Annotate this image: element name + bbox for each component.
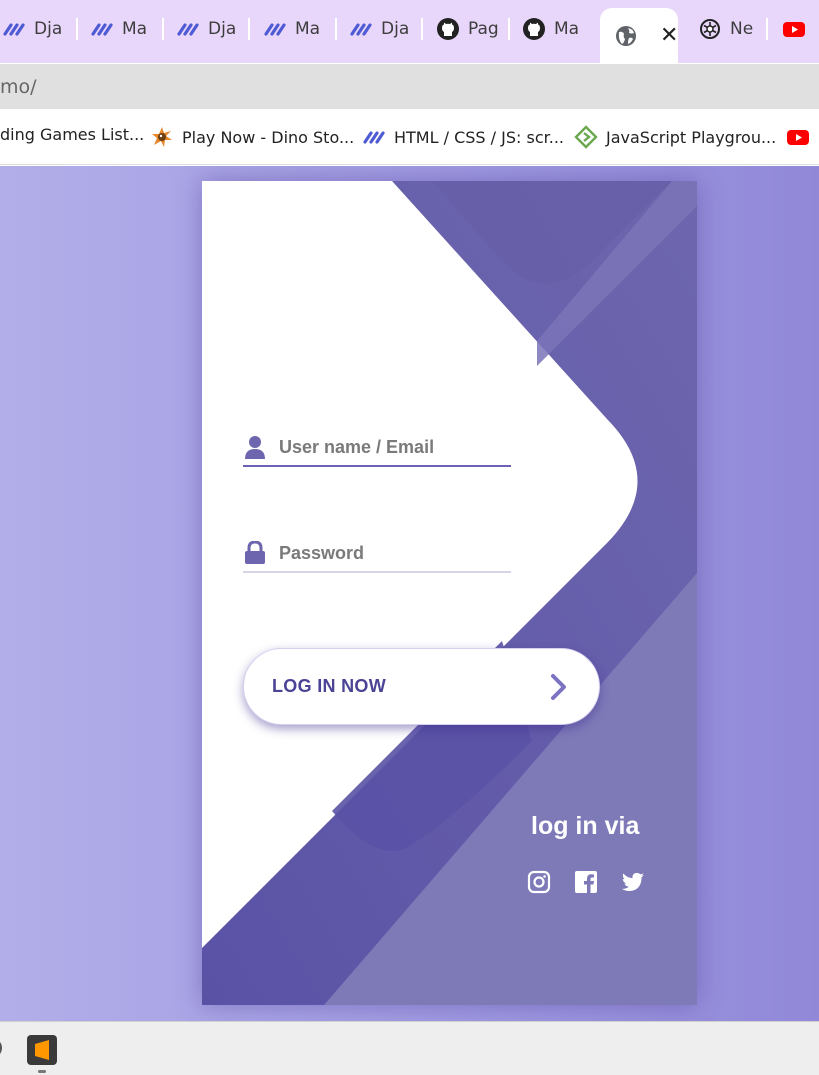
openai-icon <box>698 17 722 41</box>
tab-separator <box>508 18 510 40</box>
user-icon <box>243 435 267 459</box>
tab-strip: Dja Ma Dja Ma Dja Pag Ma ✕ Ne <box>0 0 819 63</box>
address-bar[interactable]: mo/ <box>0 63 819 109</box>
twitter-icon[interactable] <box>621 870 645 894</box>
bookmark-dino[interactable]: Play Now - Dino Sto... <box>150 125 354 149</box>
tab-active[interactable]: ✕ <box>600 8 678 63</box>
tab-separator <box>335 18 337 40</box>
globe-icon <box>614 24 638 48</box>
login-button[interactable]: LOG IN NOW <box>243 648 600 725</box>
facebook-icon[interactable] <box>574 870 598 894</box>
tab-9-label: Ne <box>730 19 754 39</box>
tab-7-label: Ma <box>554 19 580 39</box>
makerkit-icon <box>263 17 287 41</box>
taskbar-app-partial[interactable] <box>0 1034 6 1066</box>
bookmark-coding-games[interactable]: ding Games List... <box>0 125 144 144</box>
makerkit-icon <box>176 17 200 41</box>
taskbar-active-indicator <box>38 1070 46 1073</box>
tab-6-label: Pag <box>468 19 499 39</box>
url-text[interactable]: mo/ <box>0 76 37 98</box>
bookmark-js-playground[interactable]: JavaScript Playgrou... <box>574 125 776 149</box>
login-button-label: LOG IN NOW <box>272 676 386 696</box>
username-field <box>243 429 511 467</box>
bookmark-label: Play Now - Dino Sto... <box>182 127 355 147</box>
login-via-heading: log in via <box>531 812 640 840</box>
dino-icon <box>150 125 174 149</box>
tab-4[interactable]: Ma <box>261 10 337 48</box>
tab-separator <box>766 18 768 40</box>
makerkit-icon <box>2 17 26 41</box>
password-input[interactable] <box>279 542 499 564</box>
tab-2-label: Ma <box>122 19 148 39</box>
github-icon <box>522 17 546 41</box>
tab-separator <box>421 18 423 40</box>
bookmark-youtube[interactable] <box>786 125 810 149</box>
github-icon <box>436 17 460 41</box>
sublime-text-icon[interactable] <box>26 1034 58 1066</box>
tab-5[interactable]: Dja <box>347 10 423 48</box>
tab-10[interactable] <box>780 10 819 48</box>
bookmark-label: HTML / CSS / JS: scr... <box>394 127 564 147</box>
chevron-right-icon <box>547 673 571 700</box>
tab-6[interactable]: Pag <box>434 10 510 48</box>
login-card: LOG IN NOW log in via <box>202 181 697 1005</box>
bookmark-label: JavaScript Playgrou... <box>606 127 777 147</box>
username-input[interactable] <box>279 436 499 458</box>
tab-separator <box>248 18 250 40</box>
playground-icon <box>574 125 598 149</box>
instagram-icon[interactable] <box>527 870 551 894</box>
tab-7[interactable]: Ma <box>520 10 596 48</box>
makerkit-icon <box>362 125 386 149</box>
tab-separator <box>76 18 78 40</box>
tab-9[interactable]: Ne <box>696 10 768 48</box>
tab-2[interactable]: Ma <box>88 10 164 48</box>
tab-3-label: Dja <box>208 19 237 39</box>
lock-icon <box>243 541 267 565</box>
youtube-icon <box>782 17 806 41</box>
youtube-icon <box>786 125 810 149</box>
tab-separator <box>162 18 164 40</box>
tab-1[interactable]: Dja <box>0 10 78 48</box>
makerkit-icon <box>349 17 373 41</box>
tab-5-label: Dja <box>381 19 410 39</box>
close-icon[interactable]: ✕ <box>660 24 678 47</box>
makerkit-icon <box>90 17 114 41</box>
bookmark-html-css-js[interactable]: HTML / CSS / JS: scr... <box>362 125 564 149</box>
password-field <box>243 535 511 573</box>
bookmarks-bar: ding Games List... Play Now - Dino Sto..… <box>0 109 819 165</box>
taskbar <box>0 1021 819 1075</box>
bookmark-label: ding Games List... <box>0 125 145 144</box>
tab-4-label: Ma <box>295 19 321 39</box>
tab-1-label: Dja <box>34 19 63 39</box>
page-viewport: LOG IN NOW log in via <box>0 166 819 1021</box>
tab-3[interactable]: Dja <box>174 10 250 48</box>
